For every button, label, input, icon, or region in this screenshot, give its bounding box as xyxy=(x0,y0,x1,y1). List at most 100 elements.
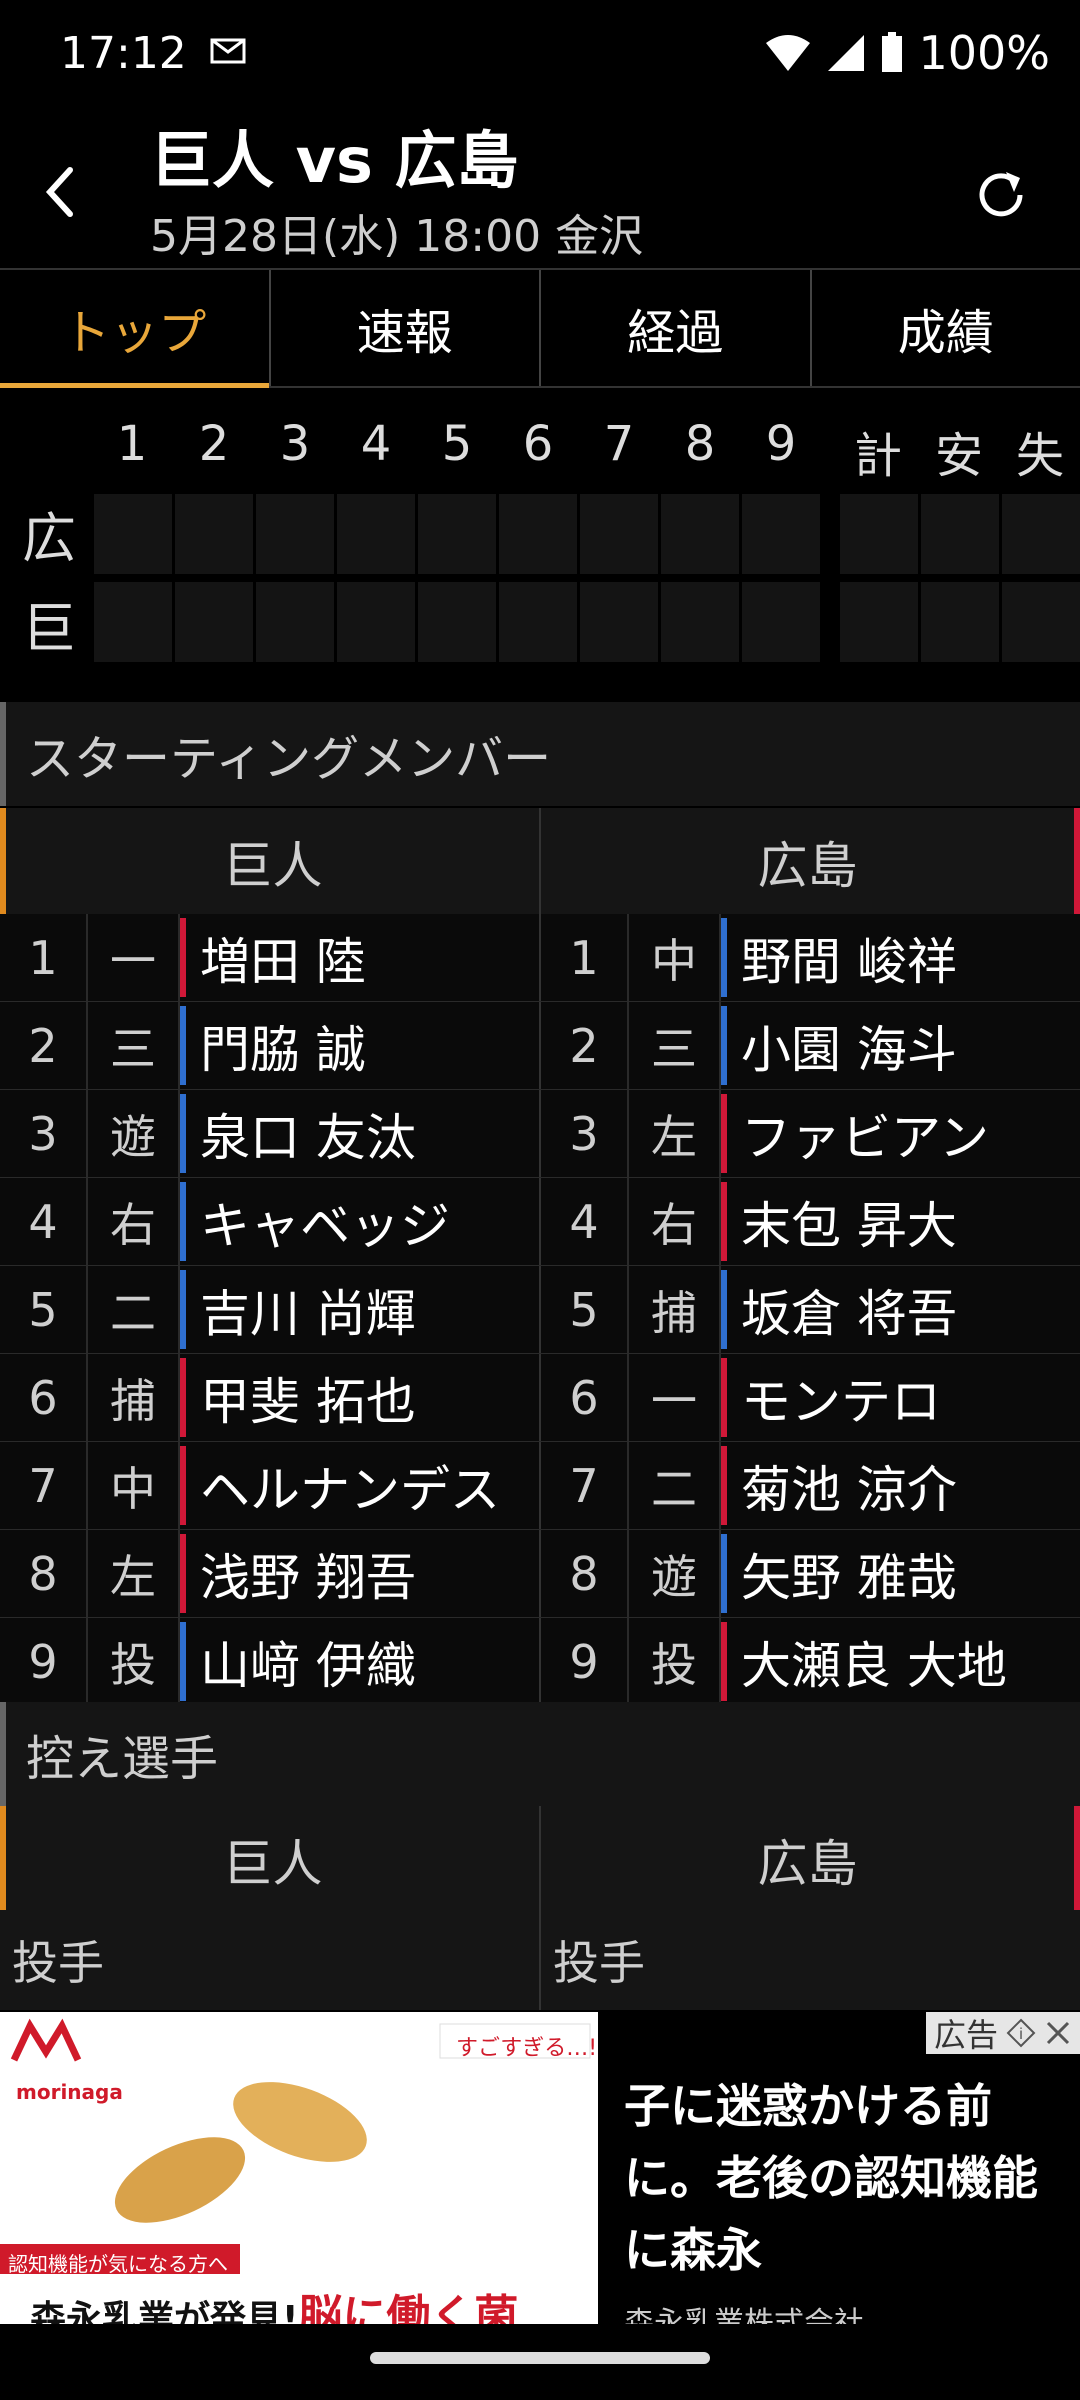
tab-top[interactable]: トップ xyxy=(0,270,269,388)
fielding-position: 右 xyxy=(88,1178,180,1265)
score-cell xyxy=(337,582,415,662)
player-name[interactable]: 門脇 誠 xyxy=(186,1002,539,1089)
table-row: 7 中ヘルナンデス 7 二菊池 涼介 xyxy=(0,1442,1080,1530)
away-player-entry[interactable]: 2 三小園 海斗 xyxy=(539,1002,1080,1089)
score-cell xyxy=(94,494,172,574)
player-name[interactable]: 大瀬良 大地 xyxy=(727,1618,1080,1705)
player-name[interactable]: 甲斐 拓也 xyxy=(186,1354,539,1441)
player-name[interactable]: 坂倉 将吾 xyxy=(727,1266,1080,1353)
errors-header: 失 xyxy=(1015,428,1064,484)
player-name[interactable]: 矢野 雅哉 xyxy=(727,1530,1080,1617)
lineup-table: 1 一増田 陸 1 中野間 峻祥 2 三門脇 誠 2 三小園 海斗 3 遊泉口 友汰 3 左ファビアン… xyxy=(0,914,1080,1706)
batting-order: 5 xyxy=(0,1266,88,1353)
fielding-position: 捕 xyxy=(629,1266,721,1353)
home-player-entry[interactable]: 3 遊泉口 友汰 xyxy=(0,1090,539,1177)
batting-order: 8 xyxy=(0,1530,88,1617)
ad-close-icon[interactable] xyxy=(1044,2019,1072,2047)
batting-order: 6 xyxy=(0,1354,88,1441)
table-row: 2 三門脇 誠 2 三小園 海斗 xyxy=(0,1002,1080,1090)
away-player-entry[interactable]: 6 一モンテロ xyxy=(539,1354,1080,1441)
player-name[interactable]: ファビアン xyxy=(727,1090,1080,1177)
player-name[interactable]: ヘルナンデス xyxy=(186,1442,539,1529)
batting-order: 1 xyxy=(541,914,629,1001)
away-player-entry[interactable]: 3 左ファビアン xyxy=(539,1090,1080,1177)
away-team-name: 広島 xyxy=(541,808,1080,916)
score-cell xyxy=(94,582,172,662)
fielding-position: 一 xyxy=(629,1354,721,1441)
player-name[interactable]: 山﨑 伊織 xyxy=(186,1618,539,1705)
home-player-entry[interactable]: 1 一増田 陸 xyxy=(0,914,539,1001)
total-runs-header: 計 xyxy=(853,428,902,484)
score-cell xyxy=(661,494,739,574)
fielding-position: 遊 xyxy=(629,1530,721,1617)
player-name[interactable]: 泉口 友汰 xyxy=(186,1090,539,1177)
home-player-entry[interactable]: 6 捕甲斐 拓也 xyxy=(0,1354,539,1441)
player-name[interactable]: 小園 海斗 xyxy=(727,1002,1080,1089)
score-cell xyxy=(499,582,577,662)
away-player-entry[interactable]: 9 投大瀬良 大地 xyxy=(539,1618,1080,1705)
player-name[interactable]: 菊池 涼介 xyxy=(727,1442,1080,1529)
table-row: 1 一増田 陸 1 中野間 峻祥 xyxy=(0,914,1080,1002)
batting-order: 2 xyxy=(541,1002,629,1089)
player-name[interactable]: キャベッジ xyxy=(186,1178,539,1265)
ad-text[interactable]: 子に迷惑かける前に。老後の認知機能に森永 xyxy=(624,2070,1044,2286)
batting-order: 5 xyxy=(541,1266,629,1353)
mail-notification-icon xyxy=(210,38,246,64)
home-player-entry[interactable]: 4 右キャベッジ xyxy=(0,1178,539,1265)
fielding-position: 遊 xyxy=(88,1090,180,1177)
player-name[interactable]: モンテロ xyxy=(727,1354,1080,1441)
refresh-icon[interactable] xyxy=(972,166,1030,224)
away-player-entry[interactable]: 4 右末包 昇大 xyxy=(539,1178,1080,1265)
svg-text:i: i xyxy=(1019,2026,1023,2043)
player-name[interactable]: 増田 陸 xyxy=(186,914,539,1001)
home-player-entry[interactable]: 9 投山﨑 伊織 xyxy=(0,1618,539,1705)
home-player-entry[interactable]: 8 左浅野 翔吾 xyxy=(0,1530,539,1617)
score-cell xyxy=(175,582,253,662)
ad-headline: 森永乳業が発見!脳に働く菌 xyxy=(30,2280,518,2324)
inning-header: 5 xyxy=(441,416,473,472)
inning-header: 6 xyxy=(522,416,554,472)
status-indicators: 100% xyxy=(764,26,1050,80)
away-player-entry[interactable]: 1 中野間 峻祥 xyxy=(539,914,1080,1001)
ad-label[interactable]: 広告 i xyxy=(925,2012,1080,2054)
batting-order: 7 xyxy=(0,1442,88,1529)
batting-order: 3 xyxy=(541,1090,629,1177)
score-cell xyxy=(418,582,496,662)
fielding-position: 中 xyxy=(88,1442,180,1529)
inning-header: 2 xyxy=(198,416,230,472)
ad-info-icon[interactable]: i xyxy=(1006,2018,1036,2048)
away-player-entry[interactable]: 7 二菊池 涼介 xyxy=(539,1442,1080,1529)
score-cell xyxy=(742,582,820,662)
bench-title: 控え選手 xyxy=(0,1702,1080,1806)
starting-members-title: スターティングメンバー xyxy=(0,702,1080,806)
score-cell xyxy=(175,494,253,574)
wifi-icon xyxy=(766,35,811,71)
table-row: 5 二吉川 尚輝 5 捕坂倉 将吾 xyxy=(0,1266,1080,1354)
player-name[interactable]: 末包 昇大 xyxy=(727,1178,1080,1265)
tab-live[interactable]: 速報 xyxy=(268,270,540,386)
player-name[interactable]: 浅野 翔吾 xyxy=(186,1530,539,1617)
home-player-entry[interactable]: 2 三門脇 誠 xyxy=(0,1002,539,1089)
player-name[interactable]: 吉川 尚輝 xyxy=(186,1266,539,1353)
away-player-entry[interactable]: 8 遊矢野 雅哉 xyxy=(539,1530,1080,1617)
fielding-position: 左 xyxy=(88,1530,180,1617)
battery-icon xyxy=(882,32,903,72)
gesture-navigation-bar[interactable] xyxy=(370,2352,710,2364)
score-cell xyxy=(418,494,496,574)
tab-progress[interactable]: 経過 xyxy=(539,270,810,386)
ad-tagline: すごすぎる…! xyxy=(456,2036,598,2061)
batting-order: 4 xyxy=(541,1178,629,1265)
ad-banner[interactable]: morinaga すごすぎる…! 認知機能が気になる方へ 森永乳業が発見!脳に働… xyxy=(0,2012,1080,2324)
scoreboard: 1 2 3 4 5 6 7 8 9 計 安 失 広 巨 xyxy=(0,396,1080,666)
home-player-entry[interactable]: 7 中ヘルナンデス xyxy=(0,1442,539,1529)
tab-stats[interactable]: 成績 xyxy=(809,270,1080,386)
player-name[interactable]: 野間 峻祥 xyxy=(727,914,1080,1001)
score-cell xyxy=(921,582,999,662)
ad-company: 森永乳業株式会社 xyxy=(624,2306,864,2324)
back-arrow-icon[interactable] xyxy=(36,162,86,222)
batting-order: 8 xyxy=(541,1530,629,1617)
away-player-entry[interactable]: 5 捕坂倉 将吾 xyxy=(539,1266,1080,1353)
home-pitchers-label: 投手 xyxy=(12,1936,104,1990)
ad-image[interactable]: morinaga すごすぎる…! 認知機能が気になる方へ 森永乳業が発見!脳に働… xyxy=(0,2012,598,2324)
home-player-entry[interactable]: 5 二吉川 尚輝 xyxy=(0,1266,539,1353)
